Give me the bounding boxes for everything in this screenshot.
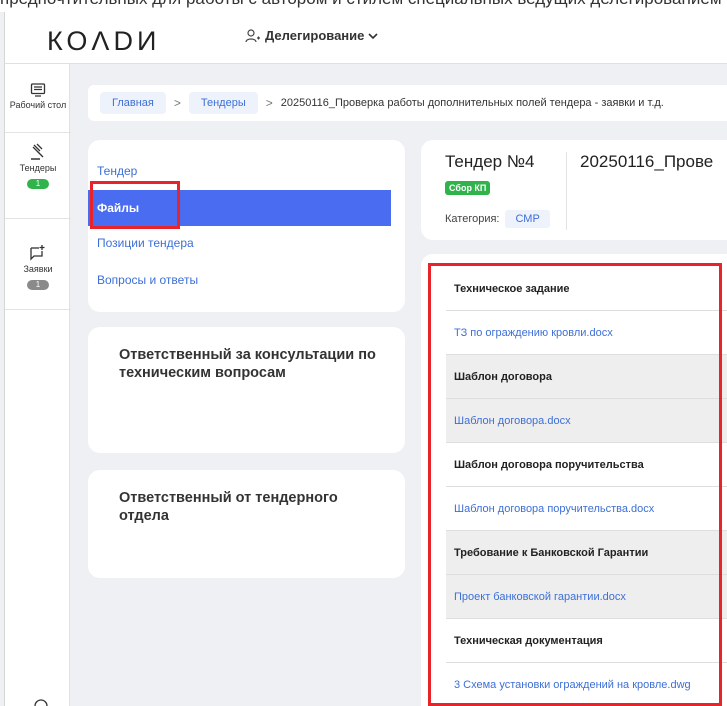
file-section-header: Техническое задание xyxy=(446,267,727,311)
gavel-icon xyxy=(31,143,44,160)
file-section-header: Шаблон договора поручительства xyxy=(446,443,727,487)
top-overlay-strip: предпочтительных для работы с автором и … xyxy=(0,0,727,12)
delegation-label: Делегирование xyxy=(265,28,365,43)
file-link[interactable]: Шаблон договора поручительства.docx xyxy=(446,487,727,531)
sidebar-item-desktop[interactable]: Рабочий стол xyxy=(5,82,71,110)
chevron-right-icon: > xyxy=(265,96,273,110)
file-link[interactable]: Проект банковской гарантии.docx xyxy=(446,575,727,619)
menu-item-files[interactable]: Файлы xyxy=(88,190,391,226)
sidebar-item-tenders[interactable]: Тендеры 1 xyxy=(5,143,71,191)
chevron-down-icon xyxy=(368,32,378,39)
sidebar-item-label: Тендеры xyxy=(19,163,57,173)
files-card: Техническое задание ТЗ по ограждению кров… xyxy=(421,254,727,706)
breadcrumb-tenders[interactable]: Тендеры xyxy=(188,92,258,114)
menu-item-questions[interactable]: Вопросы и ответы xyxy=(88,262,391,298)
tender-dept-responsible-title: Ответственный от тендерного отдела xyxy=(119,490,338,524)
tech-responsible-card: Ответственный за консультации по техниче… xyxy=(88,327,405,453)
tender-dept-responsible-card: Ответственный от тендерного отдела xyxy=(88,470,405,578)
sidebar-divider xyxy=(5,132,71,133)
tender-number: Тендер №4 xyxy=(445,152,535,171)
sidebar: Рабочий стол Тендеры 1 Заявки 1 xyxy=(4,64,71,706)
count-badge: 1 xyxy=(27,179,49,189)
file-link[interactable]: ТЗ по ограждению кровли.docx xyxy=(446,311,727,355)
top-overlay-text: предпочтительных для работы с автором и … xyxy=(0,0,722,9)
sidebar-item-label: Заявки xyxy=(23,264,53,274)
file-section-header: Техническая документация xyxy=(446,619,727,663)
files-list: Техническое задание ТЗ по ограждению кров… xyxy=(446,267,727,706)
sidebar-item-requests[interactable]: Заявки 1 xyxy=(5,244,71,292)
file-section-header: Требование к Банковской Гарантии xyxy=(446,531,727,575)
help-icon[interactable] xyxy=(33,698,49,706)
breadcrumb-home[interactable]: Главная xyxy=(100,92,166,114)
file-section-header: Шаблон договора xyxy=(446,355,727,399)
sidebar-divider xyxy=(5,309,71,310)
status-badge: Сбор КП xyxy=(445,181,491,195)
monitor-icon xyxy=(30,83,46,97)
message-plus-icon xyxy=(30,245,45,261)
divider xyxy=(566,152,567,230)
tech-responsible-title: Ответственный за консультации по техниче… xyxy=(119,347,376,381)
file-link[interactable]: 3 Схема установки ограждений на кровле.d… xyxy=(446,663,727,706)
file-link[interactable]: Шаблон договора.docx xyxy=(446,399,727,443)
category-label: Категория: xyxy=(445,213,500,225)
sidebar-divider xyxy=(5,218,71,219)
tender-category: Категория: СМР xyxy=(445,210,550,228)
tender-info-card: Тендер №4 Сбор КП Категория: СМР 2025011… xyxy=(421,140,727,240)
count-badge: 1 xyxy=(27,280,49,290)
tender-name: 20250116_Прове xyxy=(580,152,714,171)
breadcrumb: Главная > Тендеры > 20250116_Проверка ра… xyxy=(88,85,727,121)
delegation-button[interactable]: Делегирование xyxy=(245,28,378,43)
sidebar-item-label: Рабочий стол xyxy=(9,100,67,110)
tender-section-menu: Тендер Файлы Позиции тендера Вопросы и о… xyxy=(88,140,405,312)
logo[interactable]: КОΛDИ xyxy=(47,26,160,57)
category-value: СМР xyxy=(505,210,550,228)
user-plus-icon xyxy=(245,28,260,42)
menu-item-tender[interactable]: Тендер xyxy=(88,153,391,189)
menu-item-positions[interactable]: Позиции тендера xyxy=(88,225,391,261)
chevron-right-icon: > xyxy=(173,96,181,110)
app-header: КОΛDИ Делегирование xyxy=(4,12,727,64)
breadcrumb-current: 20250116_Проверка работы дополнительных … xyxy=(280,97,664,109)
